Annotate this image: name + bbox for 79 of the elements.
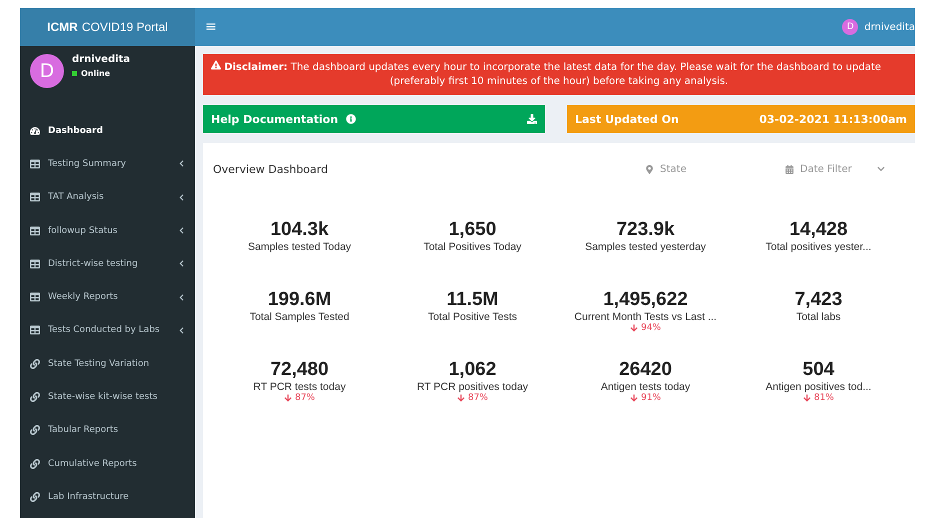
stat-label: Total positives yester... (766, 241, 872, 253)
chevron-icon (178, 260, 185, 268)
user-name: drnivedita (72, 54, 130, 65)
chevron-icon (178, 227, 185, 234)
chevron-icon (178, 294, 185, 301)
arrow-down-icon (802, 394, 811, 402)
table-icon (30, 226, 40, 236)
table-icon (30, 192, 40, 202)
arrow-down-icon (456, 394, 465, 402)
app-logo[interactable]: ICMR COVID19 Portal (20, 8, 195, 46)
disclaimer-alert: Disclaimer: The dashboard updates every hour to incorporate the latest data for the day. Please wait for the dashboard to update (preferably first 10 minutes of the hour) before taking any analysis. (203, 54, 915, 95)
table-icon (30, 292, 40, 302)
stat-label: RT PCR tests today (253, 381, 346, 393)
stat-value: 72,480 (270, 359, 329, 381)
stat-label: Samples tested Today (248, 241, 352, 253)
user-name[interactable]: drnivedita (864, 22, 915, 32)
link-icon (30, 492, 40, 502)
stat-value: 26420 (619, 359, 672, 381)
stat-label: Total Positives Today (424, 241, 522, 253)
sidebar-item[interactable]: State Testing Variation (20, 347, 195, 380)
sidebar-item[interactable]: followup Status (20, 214, 195, 248)
stat-value: 14,428 (789, 219, 848, 241)
stat-label: Antigen positives tod... (766, 381, 872, 393)
info-icon (346, 114, 356, 124)
stat-label: Samples tested yesterday (585, 241, 706, 253)
link-icon (30, 392, 40, 402)
sidebar-item[interactable]: Testing Summary (20, 147, 195, 181)
chevron-icon (178, 194, 185, 201)
stat-value: 1,650 (448, 219, 496, 241)
stat-value: 11.5M (446, 289, 498, 311)
trend-indicator: 87% (456, 393, 488, 403)
stat-value: 1,062 (448, 359, 496, 381)
sidebar-item[interactable]: Cumulative Reports (20, 446, 195, 480)
stat-label: Antigen tests today (600, 381, 690, 393)
stat-value: 1,495,622 (603, 289, 688, 311)
stat-value: 7,423 (794, 289, 842, 311)
link-icon (30, 358, 40, 369)
calendar-icon (785, 164, 794, 174)
chevron-icon (178, 160, 185, 168)
sidebar-item[interactable]: District-wise testing (20, 247, 195, 280)
stat-value: 104.3k (270, 219, 329, 241)
arrow-down-icon (284, 394, 292, 402)
stat-value: 723.9k (616, 219, 675, 241)
stat-label: Total labs (796, 311, 841, 323)
gauge-icon (30, 126, 40, 136)
stat-value: 504 (802, 359, 834, 381)
trend-indicator: 81% (802, 393, 834, 403)
sidebar-item[interactable]: Dashboard (20, 114, 195, 148)
stat-label: Current Month Tests vs Last ... (574, 311, 717, 323)
trend-indicator: 91% (630, 393, 661, 403)
sidebar-item[interactable]: Tabular Reports (20, 414, 195, 447)
link-icon (30, 458, 40, 469)
chevron-icon (178, 326, 185, 334)
last-updated-bar: Last Updated On 03-02-2021 11:13:00am (567, 105, 915, 133)
table-icon (30, 258, 40, 269)
download-icon (527, 114, 537, 124)
stat-label: Total Positive Tests (428, 311, 518, 323)
sidebar-item[interactable]: State-wise kit-wise tests (20, 380, 195, 414)
trend-indicator: 94% (630, 323, 661, 333)
overview-title: Overview Dashboard (213, 162, 329, 176)
stat-label: RT PCR positives today (416, 381, 528, 393)
warning-icon (211, 60, 221, 70)
table-icon (30, 158, 40, 169)
chevron-down-icon (877, 165, 885, 173)
user-avatar: D (30, 54, 64, 88)
link-icon (30, 425, 40, 436)
sidebar-item[interactable]: TAT Analysis (20, 180, 195, 214)
menu-toggle[interactable]: ≡ (205, 19, 217, 35)
location-pin-icon (645, 164, 654, 174)
table-icon (30, 325, 40, 336)
sidebar-item[interactable]: Weekly Reports (20, 280, 195, 314)
online-status: Online (72, 69, 130, 78)
sidebar-item[interactable]: Tests Conducted by Labs (20, 314, 195, 348)
stat-label: Total Samples Tested (250, 311, 350, 323)
trend-indicator: 87% (284, 393, 315, 403)
arrow-down-icon (630, 394, 638, 402)
arrow-down-icon (630, 324, 638, 332)
sidebar-item[interactable]: Lab Infrastructure (20, 480, 195, 514)
stat-value: 199.6M (268, 289, 332, 311)
